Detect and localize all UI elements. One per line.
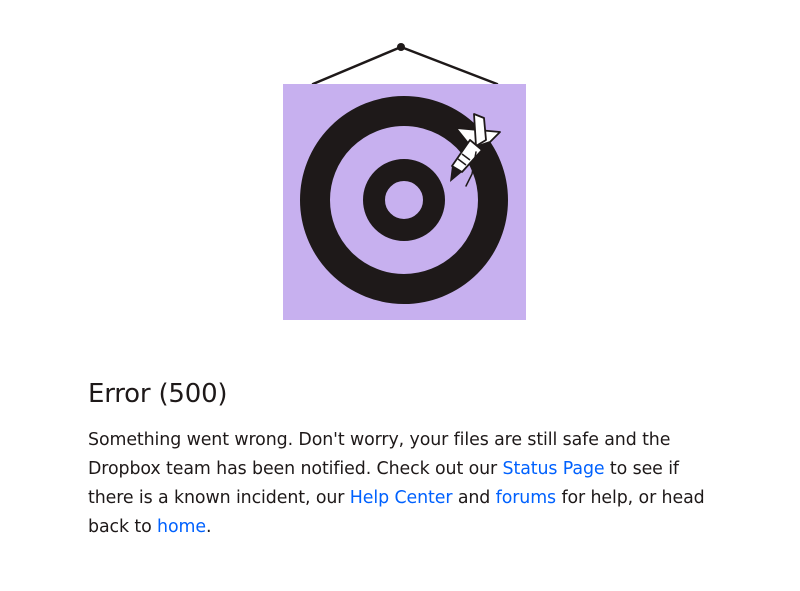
help-center-link[interactable]: Help Center — [350, 488, 453, 508]
dartboard-illustration — [283, 43, 526, 320]
error-page: { "error": { "title": "Error (500)", "me… — [0, 0, 800, 591]
error-message: Something went wrong. Don't worry, your … — [88, 426, 728, 542]
status-page-link[interactable]: Status Page — [503, 459, 605, 479]
error-title: Error (500) — [88, 379, 228, 409]
hanging-string — [311, 43, 499, 86]
nail-icon — [397, 43, 405, 51]
error-message-text-5: . — [205, 517, 212, 537]
forums-link[interactable]: forums — [496, 488, 556, 508]
error-content: Error (500) Something went wrong. Don't … — [88, 372, 728, 542]
home-link[interactable]: home — [157, 517, 206, 537]
error-message-text-3: and — [452, 488, 496, 508]
